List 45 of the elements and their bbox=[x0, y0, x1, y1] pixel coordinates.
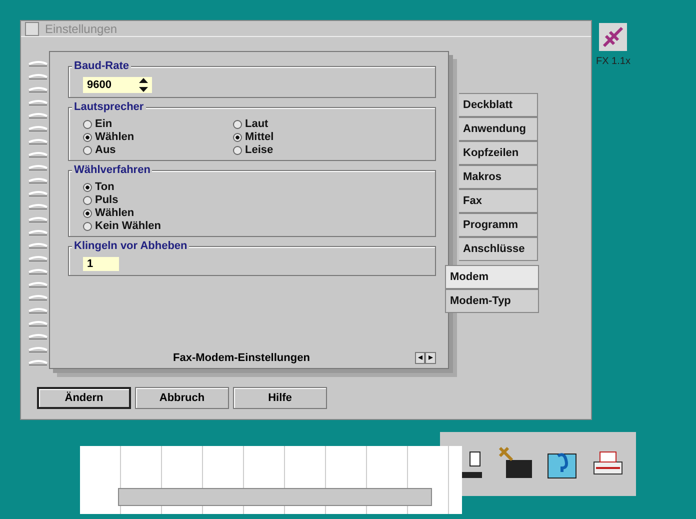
baud-rate-spinbox[interactable]: 9600 bbox=[83, 77, 152, 93]
radio-button[interactable] bbox=[83, 182, 92, 192]
page-arrow-button[interactable]: ▸ bbox=[425, 352, 436, 364]
notebook-tab[interactable]: Fax bbox=[459, 189, 538, 213]
page-arrow-button[interactable]: ◂ bbox=[414, 352, 426, 364]
radio-label: Kein Wählen bbox=[95, 220, 162, 232]
group-title: Baud-Rate bbox=[72, 60, 132, 72]
notebook-tab[interactable]: Deckblatt bbox=[459, 93, 538, 117]
radio-label: Laut bbox=[245, 118, 268, 130]
radio-label: Wählen bbox=[95, 207, 134, 219]
group-title: Klingeln vor Abheben bbox=[72, 240, 190, 252]
dialog-button[interactable]: Abbruch bbox=[135, 387, 229, 409]
radio-button[interactable] bbox=[83, 208, 92, 218]
notebook-tab[interactable]: Modem-Typ bbox=[445, 289, 539, 313]
notebook-tab[interactable]: Kopfzeilen bbox=[459, 141, 538, 165]
page-title: Fax-Modem-Einstellungen bbox=[172, 352, 311, 364]
group-title: Wählverfahren bbox=[72, 164, 152, 176]
radio-label: Aus bbox=[95, 144, 116, 156]
radio-button[interactable] bbox=[233, 120, 242, 128]
window-title: Einstellungen bbox=[45, 22, 118, 36]
radio-label: Ton bbox=[95, 181, 114, 193]
radio-button[interactable] bbox=[83, 132, 92, 142]
notebook-tab[interactable]: Modem bbox=[445, 265, 539, 289]
radio-label: Ein bbox=[95, 118, 112, 130]
icon-label: FX 1.1x bbox=[596, 56, 630, 67]
notebook-tab[interactable]: Anschlüsse bbox=[459, 237, 538, 261]
radio-label: Puls bbox=[95, 194, 118, 206]
radio-button[interactable] bbox=[83, 120, 92, 128]
radio-button[interactable] bbox=[83, 196, 92, 204]
input-field[interactable]: 1 bbox=[83, 257, 119, 271]
radio-button[interactable] bbox=[233, 146, 242, 154]
notebook-tab[interactable]: Programm bbox=[459, 213, 538, 237]
spin-arrows-icon[interactable] bbox=[139, 78, 148, 92]
dialog-button[interactable]: Ändern bbox=[37, 387, 131, 409]
radio-button[interactable] bbox=[83, 146, 92, 154]
system-menu-icon[interactable] bbox=[25, 22, 39, 36]
radio-button[interactable] bbox=[83, 222, 92, 230]
group-title: Lautsprecher bbox=[72, 101, 146, 113]
radio-button[interactable] bbox=[233, 132, 242, 142]
radio-label: Wählen bbox=[95, 131, 134, 143]
notebook-tab[interactable]: Makros bbox=[459, 165, 538, 189]
radio-label: Mittel bbox=[245, 131, 274, 143]
notebook-tab[interactable]: Anwendung bbox=[459, 117, 538, 141]
dialog-button[interactable]: Hilfe bbox=[233, 387, 327, 409]
radio-label: Leise bbox=[245, 144, 274, 156]
